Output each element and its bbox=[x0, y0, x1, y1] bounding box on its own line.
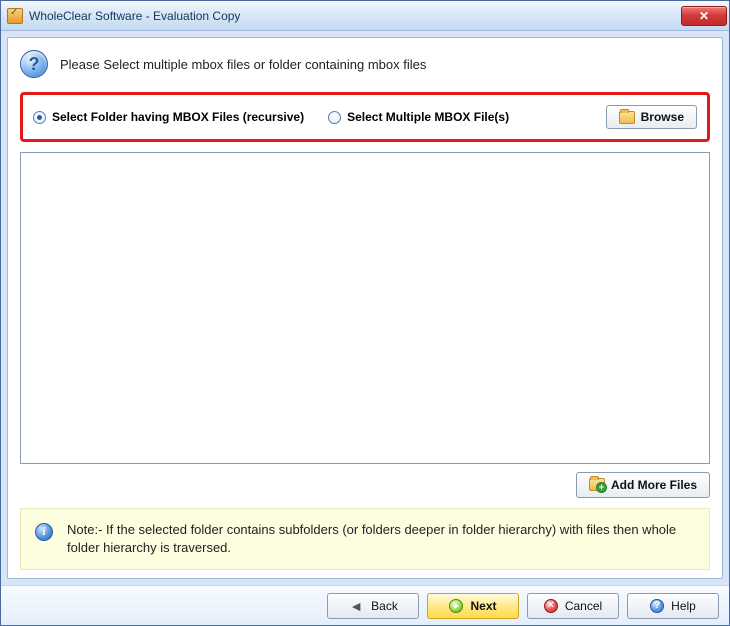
close-icon: ✕ bbox=[699, 9, 709, 23]
cancel-label: Cancel bbox=[565, 599, 602, 613]
radio-select-folder-label: Select Folder having MBOX Files (recursi… bbox=[52, 110, 304, 124]
app-icon bbox=[7, 8, 23, 24]
add-more-files-button[interactable]: Add More Files bbox=[576, 472, 710, 498]
back-label: Back bbox=[371, 599, 398, 613]
radio-icon bbox=[33, 111, 46, 124]
info-icon: i bbox=[35, 523, 53, 541]
app-window: WholeClear Software - Evaluation Copy ✕ … bbox=[0, 0, 730, 626]
file-list[interactable] bbox=[20, 152, 710, 464]
cancel-button[interactable]: ✕ Cancel bbox=[527, 593, 619, 619]
radio-select-files[interactable]: Select Multiple MBOX File(s) bbox=[328, 110, 509, 124]
cancel-icon: ✕ bbox=[544, 599, 558, 613]
radio-select-files-label: Select Multiple MBOX File(s) bbox=[347, 110, 509, 124]
browse-label: Browse bbox=[641, 110, 684, 124]
add-more-label: Add More Files bbox=[611, 478, 697, 492]
folder-add-icon bbox=[589, 478, 605, 491]
note-panel: i Note:- If the selected folder contains… bbox=[20, 508, 710, 570]
browse-button[interactable]: Browse bbox=[606, 105, 697, 129]
prompt-row: ? Please Select multiple mbox files or f… bbox=[20, 48, 710, 86]
help-icon: ? bbox=[20, 50, 48, 78]
help-button[interactable]: ? Help bbox=[627, 593, 719, 619]
selection-panel: Select Folder having MBOX Files (recursi… bbox=[20, 92, 710, 142]
back-arrow-icon: ◄ bbox=[348, 598, 364, 614]
back-button[interactable]: ◄ Back bbox=[327, 593, 419, 619]
close-button[interactable]: ✕ bbox=[681, 6, 727, 26]
radio-select-folder[interactable]: Select Folder having MBOX Files (recursi… bbox=[33, 110, 304, 124]
add-more-row: Add More Files bbox=[20, 472, 710, 498]
next-arrow-icon bbox=[449, 599, 463, 613]
prompt-text: Please Select multiple mbox files or fol… bbox=[60, 57, 426, 72]
folder-icon bbox=[619, 111, 635, 124]
window-title: WholeClear Software - Evaluation Copy bbox=[29, 9, 240, 23]
help-icon: ? bbox=[650, 599, 664, 613]
note-text: Note:- If the selected folder contains s… bbox=[67, 521, 695, 557]
client-area: ? Please Select multiple mbox files or f… bbox=[7, 37, 723, 579]
radio-icon bbox=[328, 111, 341, 124]
next-label: Next bbox=[470, 599, 496, 613]
help-label: Help bbox=[671, 599, 696, 613]
footer: ◄ Back Next ✕ Cancel ? Help bbox=[1, 585, 729, 625]
next-button[interactable]: Next bbox=[427, 593, 519, 619]
titlebar: WholeClear Software - Evaluation Copy ✕ bbox=[1, 1, 729, 31]
